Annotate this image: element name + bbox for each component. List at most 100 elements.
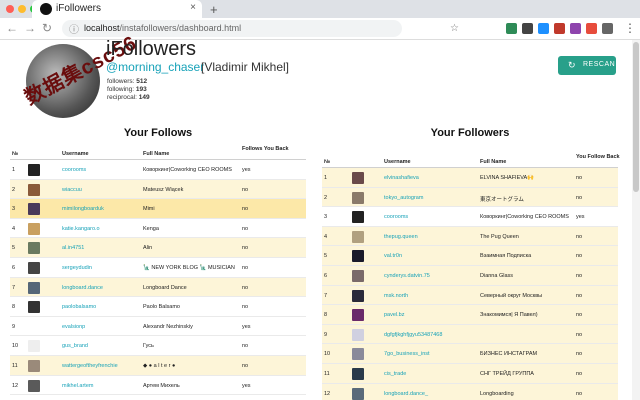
- column-header-full-name[interactable]: Full Name: [143, 151, 169, 157]
- scrollbar-thumb[interactable]: [633, 42, 639, 192]
- back-button[interactable]: ←: [6, 21, 18, 35]
- extension-icon-7[interactable]: [602, 23, 613, 34]
- profile-thumbnail[interactable]: [28, 262, 40, 274]
- extension-icon-2[interactable]: [522, 23, 533, 34]
- username-link[interactable]: pavel.bz: [384, 312, 405, 318]
- username-link[interactable]: val.tr0n: [384, 253, 402, 259]
- new-tab-button[interactable]: +: [210, 2, 218, 17]
- extension-icon-5[interactable]: [570, 23, 581, 34]
- table-row[interactable]: 10 gus_brand Гусь no: [10, 336, 306, 356]
- table-row[interactable]: 4 katie.kangaro.o Kenga no: [10, 219, 306, 239]
- column-header-username[interactable]: Username: [62, 151, 89, 157]
- table-row[interactable]: 9 evalsionp Alexandr Nezhinskiy yes: [10, 317, 306, 337]
- browser-tab[interactable]: iFollowers ×: [32, 0, 202, 18]
- profile-thumbnail[interactable]: [352, 211, 364, 224]
- profile-thumbnail[interactable]: [352, 328, 364, 341]
- extension-icon-1[interactable]: [506, 23, 517, 34]
- profile-thumbnail[interactable]: [28, 203, 40, 216]
- username-link[interactable]: sergeydudin: [62, 265, 92, 271]
- column-header-back[interactable]: Follows You Back: [242, 146, 290, 152]
- minimize-window-button[interactable]: [18, 5, 26, 13]
- username-link[interactable]: msk.north: [384, 293, 408, 299]
- profile-thumbnail[interactable]: [352, 270, 364, 282]
- username-link[interactable]: mimilongboarduk: [62, 206, 104, 212]
- table-row[interactable]: 11 wattergeoftheyfrenchie ◆ ● a l t e r ● n…: [10, 356, 306, 376]
- username-link[interactable]: paolobalsamo: [62, 304, 96, 310]
- profile-thumbnail[interactable]: [28, 340, 40, 353]
- table-row[interactable]: 12 mikhel.artem Артем Михель yes: [10, 376, 306, 396]
- profile-thumbnail[interactable]: [352, 230, 364, 243]
- table-row[interactable]: 1 coorooms Коворкинг|Coworking CEO ROOMS ye…: [10, 160, 306, 180]
- username-link[interactable]: al.in4751: [62, 245, 84, 251]
- profile-thumbnail[interactable]: [352, 289, 364, 302]
- tab-close-icon[interactable]: ×: [190, 2, 196, 13]
- username-link[interactable]: wiaccuu: [62, 187, 82, 193]
- username-link[interactable]: gus_brand: [62, 343, 88, 349]
- column-header-username[interactable]: Username: [384, 159, 411, 165]
- profile-thumbnail[interactable]: [352, 191, 364, 204]
- username-link[interactable]: coorooms: [384, 214, 408, 220]
- profile-thumbnail[interactable]: [352, 348, 364, 361]
- username-link[interactable]: tokyo_autogram: [384, 195, 423, 201]
- username-link[interactable]: cis_trade: [384, 371, 406, 377]
- table-row[interactable]: 2 wiaccuu Mateusz Wiącek no: [10, 179, 306, 200]
- profile-thumbnail[interactable]: [352, 172, 364, 184]
- table-row[interactable]: 3 coorooms Коворкинг|Coworking CEO ROOMS ye…: [322, 207, 618, 227]
- username-link[interactable]: dgfgfjkghfjgyu53487468: [384, 332, 442, 338]
- username-link[interactable]: coorooms: [62, 167, 86, 173]
- username-link[interactable]: mikhel.artem: [62, 383, 93, 389]
- table-row[interactable]: 10 7go_business_inst БИЗНЕС ИНСТАГРАМ no: [322, 344, 618, 364]
- column-header-num[interactable]: №: [324, 159, 330, 165]
- column-header-full-name[interactable]: Full Name: [480, 159, 506, 165]
- profile-thumbnail[interactable]: [28, 360, 40, 372]
- profile-thumbnail[interactable]: [28, 379, 40, 392]
- column-header-num[interactable]: №: [12, 151, 18, 157]
- username-link[interactable]: 7go_business_inst: [384, 351, 430, 357]
- username-link[interactable]: katie.kangaro.o: [62, 226, 100, 232]
- close-window-button[interactable]: [6, 5, 14, 13]
- profile-thumbnail[interactable]: [28, 301, 40, 314]
- table-row[interactable]: 12 longboard.dance_ Longboarding no: [322, 383, 618, 400]
- profile-thumbnail[interactable]: [28, 183, 40, 196]
- profile-thumbnail[interactable]: [28, 281, 40, 294]
- table-row[interactable]: 6 cynderys.datvin.75 Dianna Glass no: [322, 266, 618, 286]
- table-row[interactable]: 9 dgfgfjkghfjgyu53487468 no: [322, 324, 618, 345]
- profile-thumbnail[interactable]: [352, 309, 364, 322]
- table-row[interactable]: 8 pavel.bz Знакомимся| Я Павел) no: [322, 305, 618, 325]
- bookmark-star-icon[interactable]: ☆: [450, 23, 459, 34]
- profile-thumbnail[interactable]: [352, 250, 364, 263]
- browser-menu-icon[interactable]: ⋮: [624, 21, 636, 35]
- table-row[interactable]: 5 val.tr0n Взаимная Подписка no: [322, 246, 618, 266]
- rescan-button[interactable]: ↻ RESCAN: [558, 56, 616, 75]
- extension-icon-6[interactable]: [586, 23, 597, 34]
- username-link[interactable]: longboard.dance: [62, 285, 103, 291]
- profile-thumbnail[interactable]: [352, 368, 364, 380]
- username-link[interactable]: wattergeoftheyfrenchie: [62, 363, 118, 369]
- reload-button[interactable]: ↻: [42, 21, 52, 35]
- table-row[interactable]: 3 mimilongboarduk Mimi no: [10, 199, 306, 219]
- username-link[interactable]: evalsionp: [62, 324, 85, 330]
- table-row[interactable]: 2 tokyo_autogram 東京オートグラム no: [322, 187, 618, 208]
- column-header-back[interactable]: You Follow Back: [576, 154, 624, 160]
- profile-thumbnail[interactable]: [28, 222, 40, 235]
- extension-icon-3[interactable]: [538, 23, 549, 34]
- extension-icon-4[interactable]: [554, 23, 565, 34]
- table-row[interactable]: 1 elvinashafieva ELVINA SHAFIEVA🙌 no: [322, 168, 618, 188]
- profile-thumbnail[interactable]: [28, 320, 40, 333]
- table-row[interactable]: 7 msk.north Северный округ Москвы no: [322, 285, 618, 306]
- page-scrollbar[interactable]: [632, 40, 640, 400]
- table-row[interactable]: 4 thepug.queen The Pug Queen no: [322, 226, 618, 247]
- username-link[interactable]: elvinashafieva: [384, 175, 419, 181]
- username-link[interactable]: cynderys.datvin.75: [384, 273, 430, 279]
- table-row[interactable]: 6 sergeydudin 🗽 NEW YORK BLOG 🗽 MUSICIAN no: [10, 258, 306, 278]
- table-row[interactable]: 11 cis_trade СНГ ТРЕЙД ГРУППА no: [322, 364, 618, 384]
- table-row[interactable]: 7 longboard.dance Longboard Dance no: [10, 277, 306, 298]
- profile-thumbnail[interactable]: [28, 164, 40, 176]
- profile-thumbnail[interactable]: [28, 242, 40, 255]
- username-link[interactable]: thepug.queen: [384, 234, 418, 240]
- info-icon[interactable]: ⓘ: [69, 21, 79, 36]
- table-row[interactable]: 8 paolobalsamo Paolo Balsamo no: [10, 297, 306, 317]
- profile-username-link[interactable]: @morning_chaser: [106, 60, 204, 74]
- username-link[interactable]: longboard.dance_: [384, 391, 428, 397]
- profile-thumbnail[interactable]: [352, 387, 364, 400]
